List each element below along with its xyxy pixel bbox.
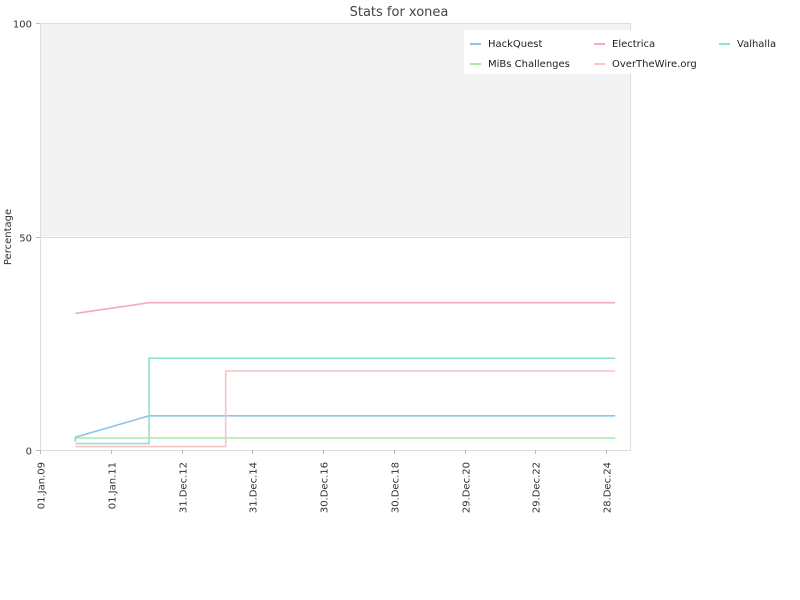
series-line-electrica [75, 301, 616, 315]
x-tick-label: 30.Dec.16 [320, 462, 331, 513]
chart: Stats for xonea Percentage 0 50 100 01.Jan.… [3, 5, 800, 513]
x-tick-label: 31.Dec.12 [179, 462, 190, 513]
plot-area: 0 50 100 01.Jan.09 01.Jan.11 31.Dec.12 31.Dec.… [13, 20, 631, 513]
chart-title: Stats for xonea [350, 5, 449, 20]
y-tick-label: 100 [13, 20, 32, 31]
x-tick-label: 01.Jan.09 [37, 462, 48, 509]
x-tick-label: 29.Dec.20 [462, 462, 473, 513]
legend-label-overthewire-org: OverTheWire.org [612, 59, 697, 70]
y-tick-label: 50 [19, 234, 32, 245]
legend-label-valhalla: Valhalla [737, 39, 776, 50]
legend-label-electrica: Electrica [612, 39, 655, 50]
legend-label-hackquest: HackQuest [488, 39, 543, 50]
x-tick-label: 29.Dec.22 [532, 462, 543, 513]
x-tick-label: 31.Dec.14 [249, 462, 260, 513]
legend: HackQuest Electrica Valhalla MiBs Challenge… [464, 30, 800, 74]
x-tick-label: 01.Jan.11 [108, 462, 119, 509]
series-line-overthewire-org [75, 370, 616, 448]
x-tick-label: 28.Dec.24 [603, 462, 614, 513]
x-tick-label: 30.Dec.18 [391, 462, 402, 513]
legend-label-mibs-challenges: MiBs Challenges [488, 59, 570, 70]
y-axis-label: Percentage [3, 209, 14, 265]
y-tick-label: 0 [26, 447, 32, 458]
